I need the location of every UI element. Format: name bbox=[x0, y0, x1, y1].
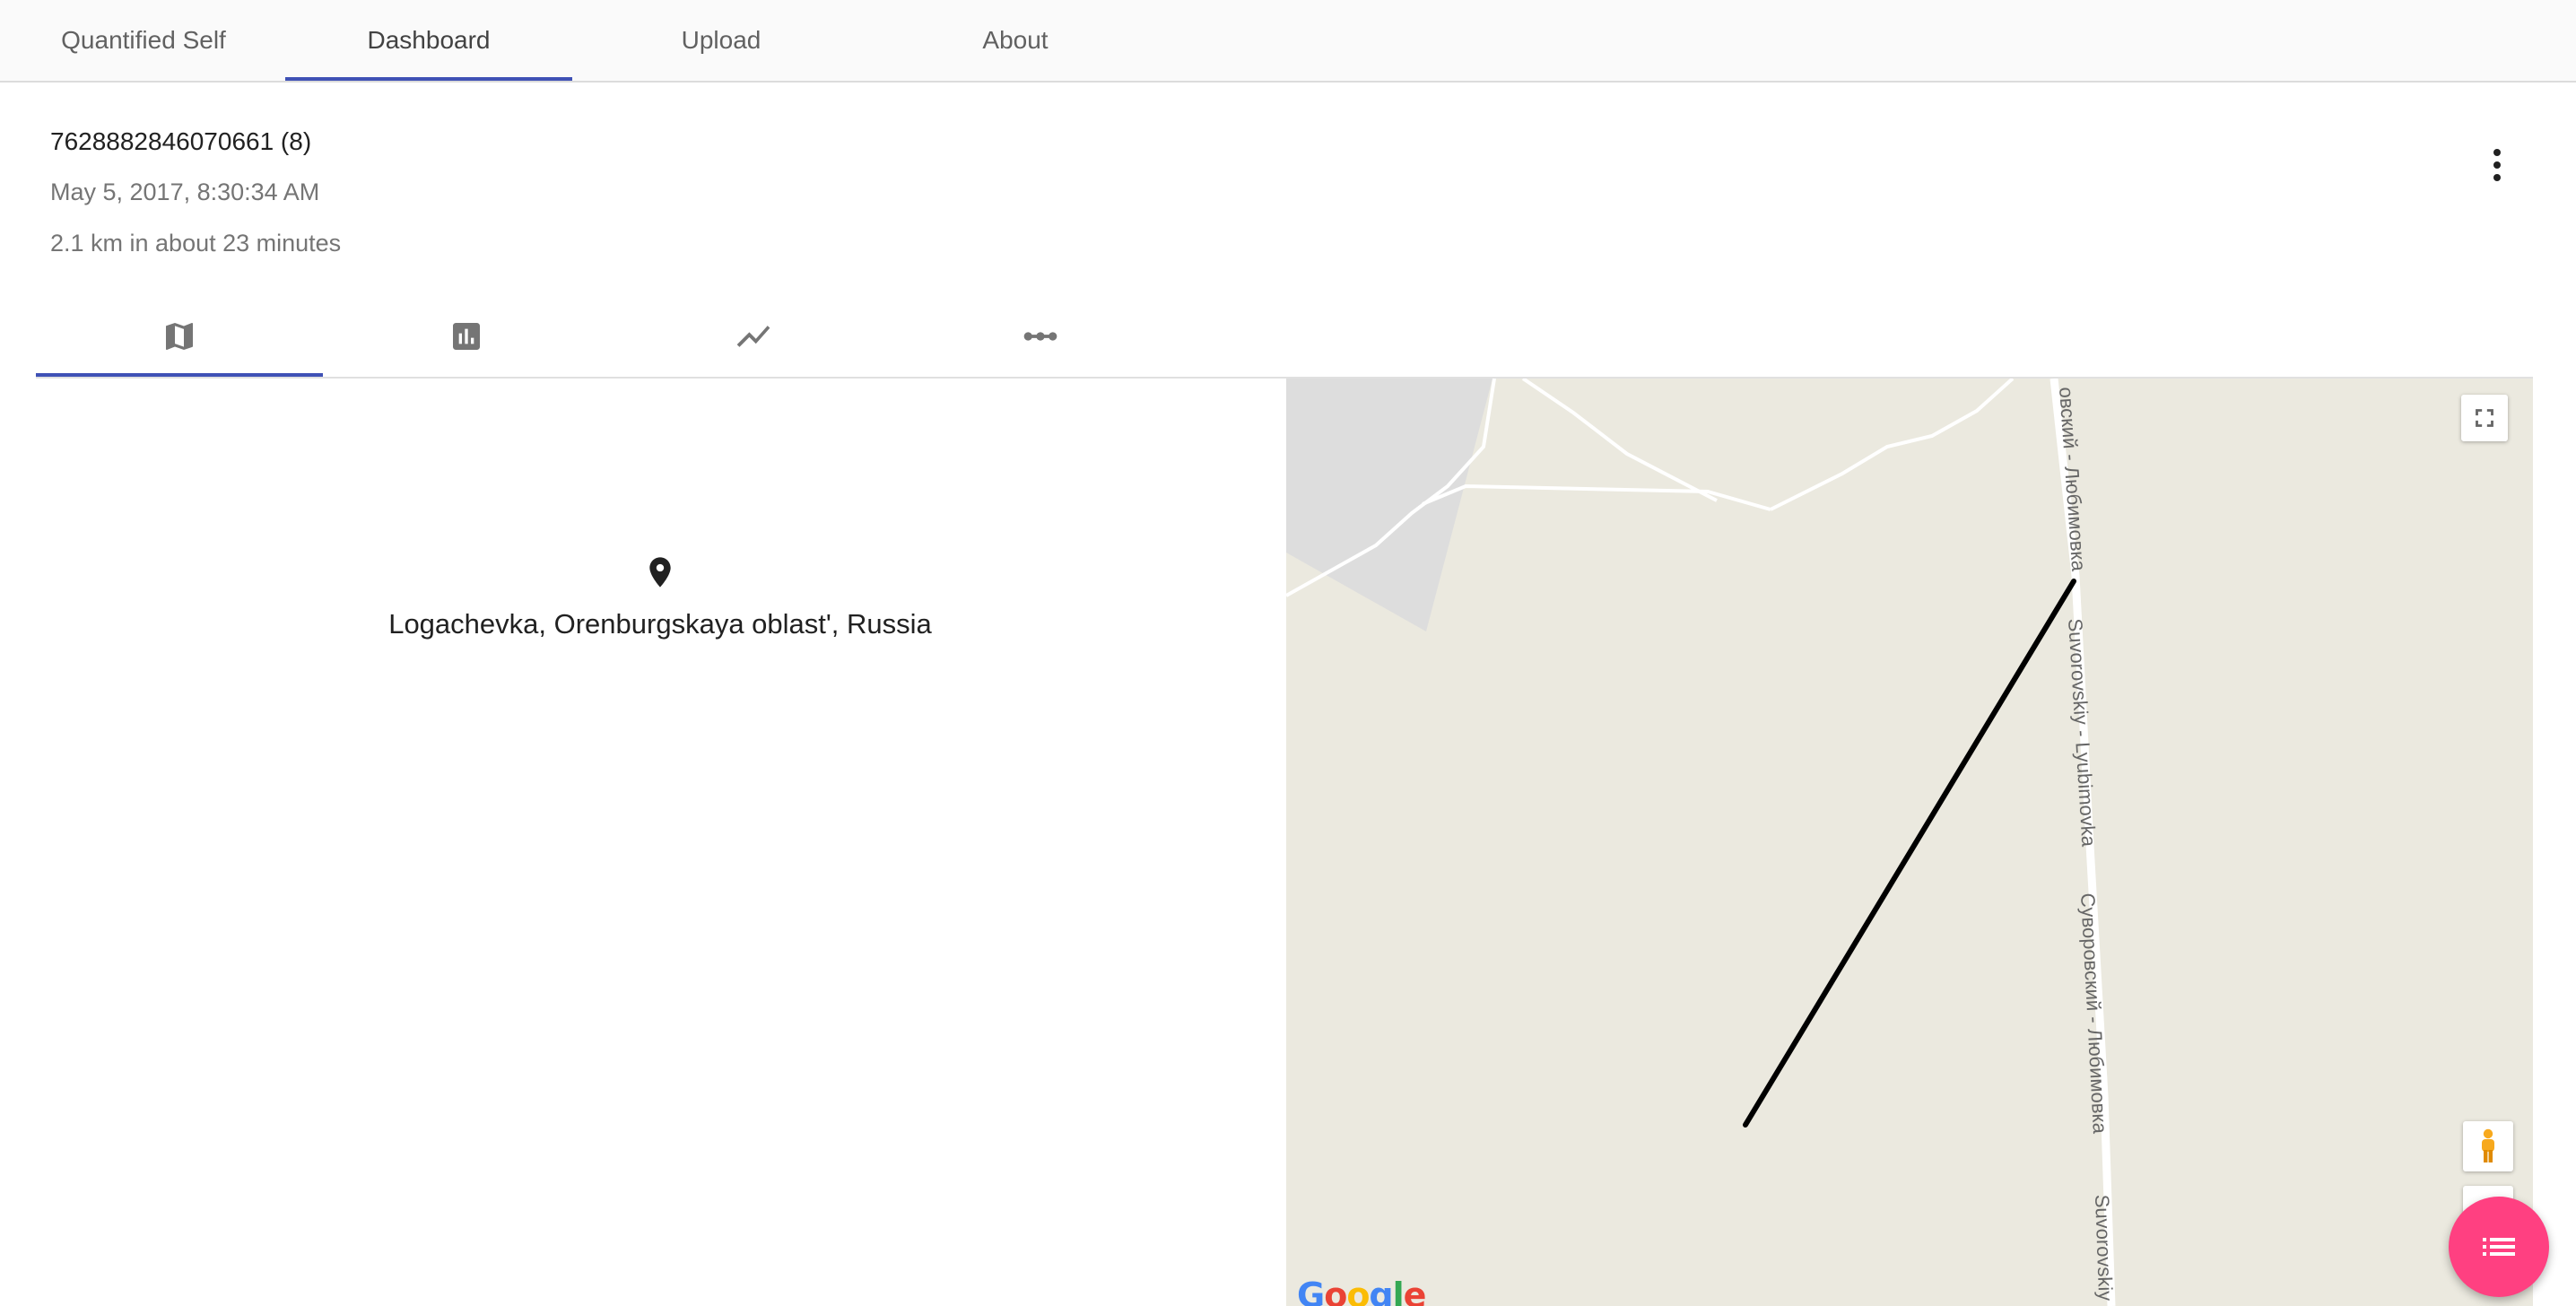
nav-tab-label: Quantified Self bbox=[61, 26, 226, 54]
street-view-pegman-button[interactable] bbox=[2463, 1121, 2513, 1171]
more-vert-icon bbox=[2493, 149, 2501, 156]
nav-tab-upload[interactable]: Upload bbox=[578, 0, 865, 81]
map-road bbox=[1521, 379, 1718, 502]
map-icon bbox=[166, 323, 193, 350]
place-icon bbox=[649, 557, 671, 588]
map-park-area bbox=[1286, 379, 1493, 631]
nav-tab-label: About bbox=[982, 26, 1049, 54]
event-view-tabs bbox=[36, 296, 2533, 379]
event-summary: 2.1 km in about 23 minutes bbox=[50, 230, 342, 257]
top-navigation: Quantified Self Dashboard Upload About bbox=[0, 0, 2576, 83]
nav-tab-about[interactable]: About bbox=[872, 0, 1159, 81]
list-icon bbox=[2483, 1238, 2515, 1256]
nav-tab-quantified-self[interactable]: Quantified Self bbox=[0, 0, 287, 81]
nav-tab-label: Dashboard bbox=[367, 26, 491, 54]
more-options-button[interactable] bbox=[2476, 138, 2519, 192]
fullscreen-icon bbox=[2476, 409, 2493, 427]
nav-tab-dashboard[interactable]: Dashboard bbox=[285, 0, 572, 81]
nav-tab-label: Upload bbox=[681, 26, 761, 54]
map-road-label: овский - Любимовка bbox=[2055, 387, 2090, 573]
map-road-label: Suvorovskiy - Lyubimovka bbox=[2064, 618, 2101, 849]
google-logo: Google bbox=[1297, 1276, 1426, 1306]
event-title: 7628882846070661 (8) bbox=[50, 127, 312, 155]
map-road-label: Suvorovskiy bbox=[2091, 1194, 2117, 1301]
map-road-label: Суворовский - Любимовка bbox=[2076, 892, 2111, 1135]
event-date: May 5, 2017, 8:30:34 AM bbox=[50, 178, 320, 205]
tab-map[interactable] bbox=[36, 296, 323, 377]
location-name: Logachevka, Orenburgskaya oblast', Russi… bbox=[388, 608, 932, 640]
map-road bbox=[1770, 379, 2015, 511]
list-fab-button[interactable] bbox=[2449, 1197, 2549, 1297]
linear-scale-icon bbox=[1023, 332, 1057, 341]
activity-track bbox=[1743, 579, 2076, 1128]
map-canvas[interactable]: овский - Любимовка Suvorovskiy - Lyubimo… bbox=[1286, 379, 2533, 1306]
map-road bbox=[1422, 483, 1771, 511]
tab-charts[interactable] bbox=[610, 296, 897, 377]
tab-laps[interactable] bbox=[897, 296, 1184, 377]
tab-stats[interactable] bbox=[323, 296, 610, 377]
line-chart-icon bbox=[736, 326, 770, 347]
pegman-icon bbox=[2482, 1128, 2494, 1162]
fullscreen-button[interactable] bbox=[2461, 395, 2508, 441]
map-view[interactable]: овский - Любимовка Suvorovskiy - Lyubimo… bbox=[1286, 379, 2533, 1306]
bar-chart-icon bbox=[453, 323, 480, 350]
subtab-active-indicator bbox=[36, 373, 323, 377]
nav-active-indicator bbox=[285, 77, 572, 81]
